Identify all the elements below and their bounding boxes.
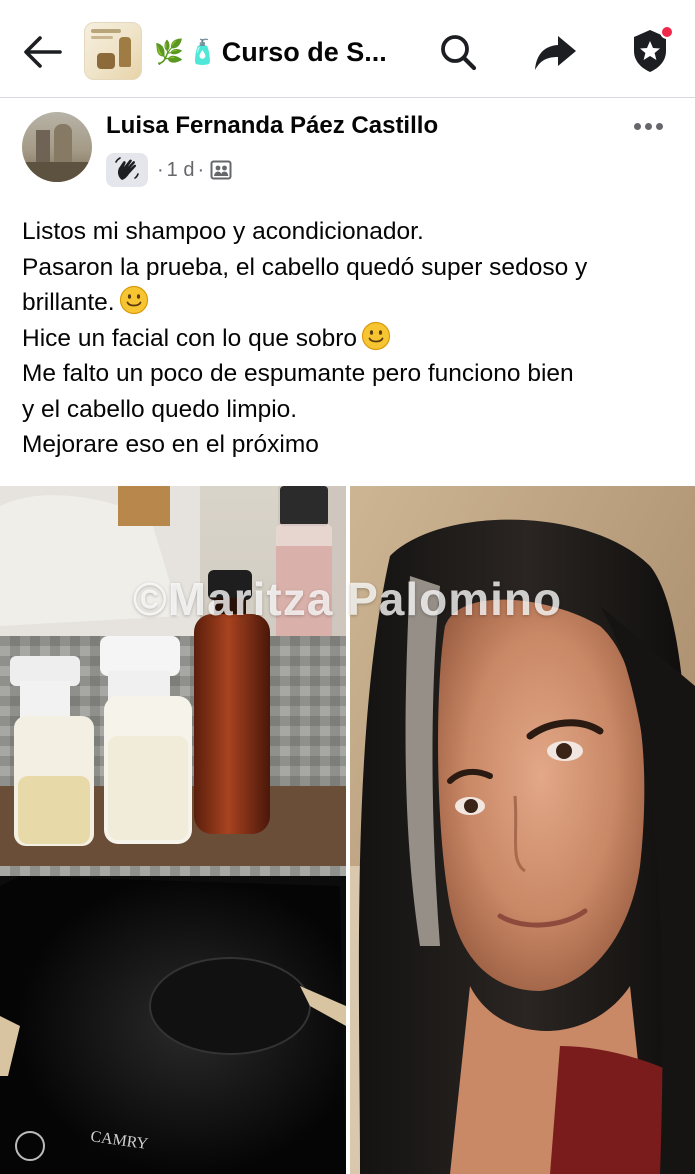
photo-watermark: ©Maritza Palomino bbox=[132, 573, 563, 625]
search-icon[interactable] bbox=[436, 30, 480, 74]
group-title-text: Curso de S... bbox=[221, 36, 387, 67]
post-text: Listos mi shampoo y acondicionador. Pasa… bbox=[22, 214, 682, 463]
smiley-emoji-icon bbox=[361, 321, 391, 351]
meta-separator: · bbox=[157, 158, 164, 181]
lotion-bottle-emoji-icon: 🧴 bbox=[187, 38, 218, 66]
post-text-line: Listos mi shampoo y acondicionador. bbox=[22, 218, 424, 245]
author-name[interactable]: Luisa Fernanda Páez Castillo bbox=[106, 112, 438, 140]
group-members-icon bbox=[209, 158, 233, 182]
smiley-emoji-icon bbox=[119, 285, 149, 315]
more-options-icon[interactable] bbox=[628, 112, 668, 140]
post-text-line: brillante. bbox=[22, 285, 682, 321]
group-title[interactable]: 🌿 🧴 Curso de S... bbox=[154, 30, 387, 74]
herb-emoji-icon: 🌿 bbox=[154, 38, 184, 66]
post-text-line: y el cabello quedo limpio. bbox=[22, 395, 298, 423]
share-icon[interactable] bbox=[532, 30, 578, 74]
waving-hand-icon[interactable] bbox=[106, 153, 148, 187]
post-text-line: Pasaron la prueba, el cabello quedó supe… bbox=[22, 253, 588, 281]
post-text-line: Hice un facial con lo que sobro bbox=[22, 321, 682, 357]
back-arrow-icon[interactable] bbox=[20, 30, 64, 74]
post-text-line: Me falto un poco de espumante pero funci… bbox=[22, 360, 574, 387]
post-text-line: Mejorare eso en el próximo bbox=[22, 431, 319, 458]
notification-dot bbox=[660, 25, 674, 39]
post-photos: CAMRY ©Maritza Palomino bbox=[0, 486, 695, 1174]
post-meta: · 1 d · bbox=[106, 152, 233, 188]
post-time[interactable]: 1 d bbox=[167, 159, 195, 182]
meta-separator: · bbox=[197, 158, 205, 181]
top-bar: 🌿 🧴 Curso de S... bbox=[0, 0, 695, 98]
group-thumbnail[interactable] bbox=[84, 22, 142, 80]
author-avatar[interactable] bbox=[22, 112, 92, 182]
